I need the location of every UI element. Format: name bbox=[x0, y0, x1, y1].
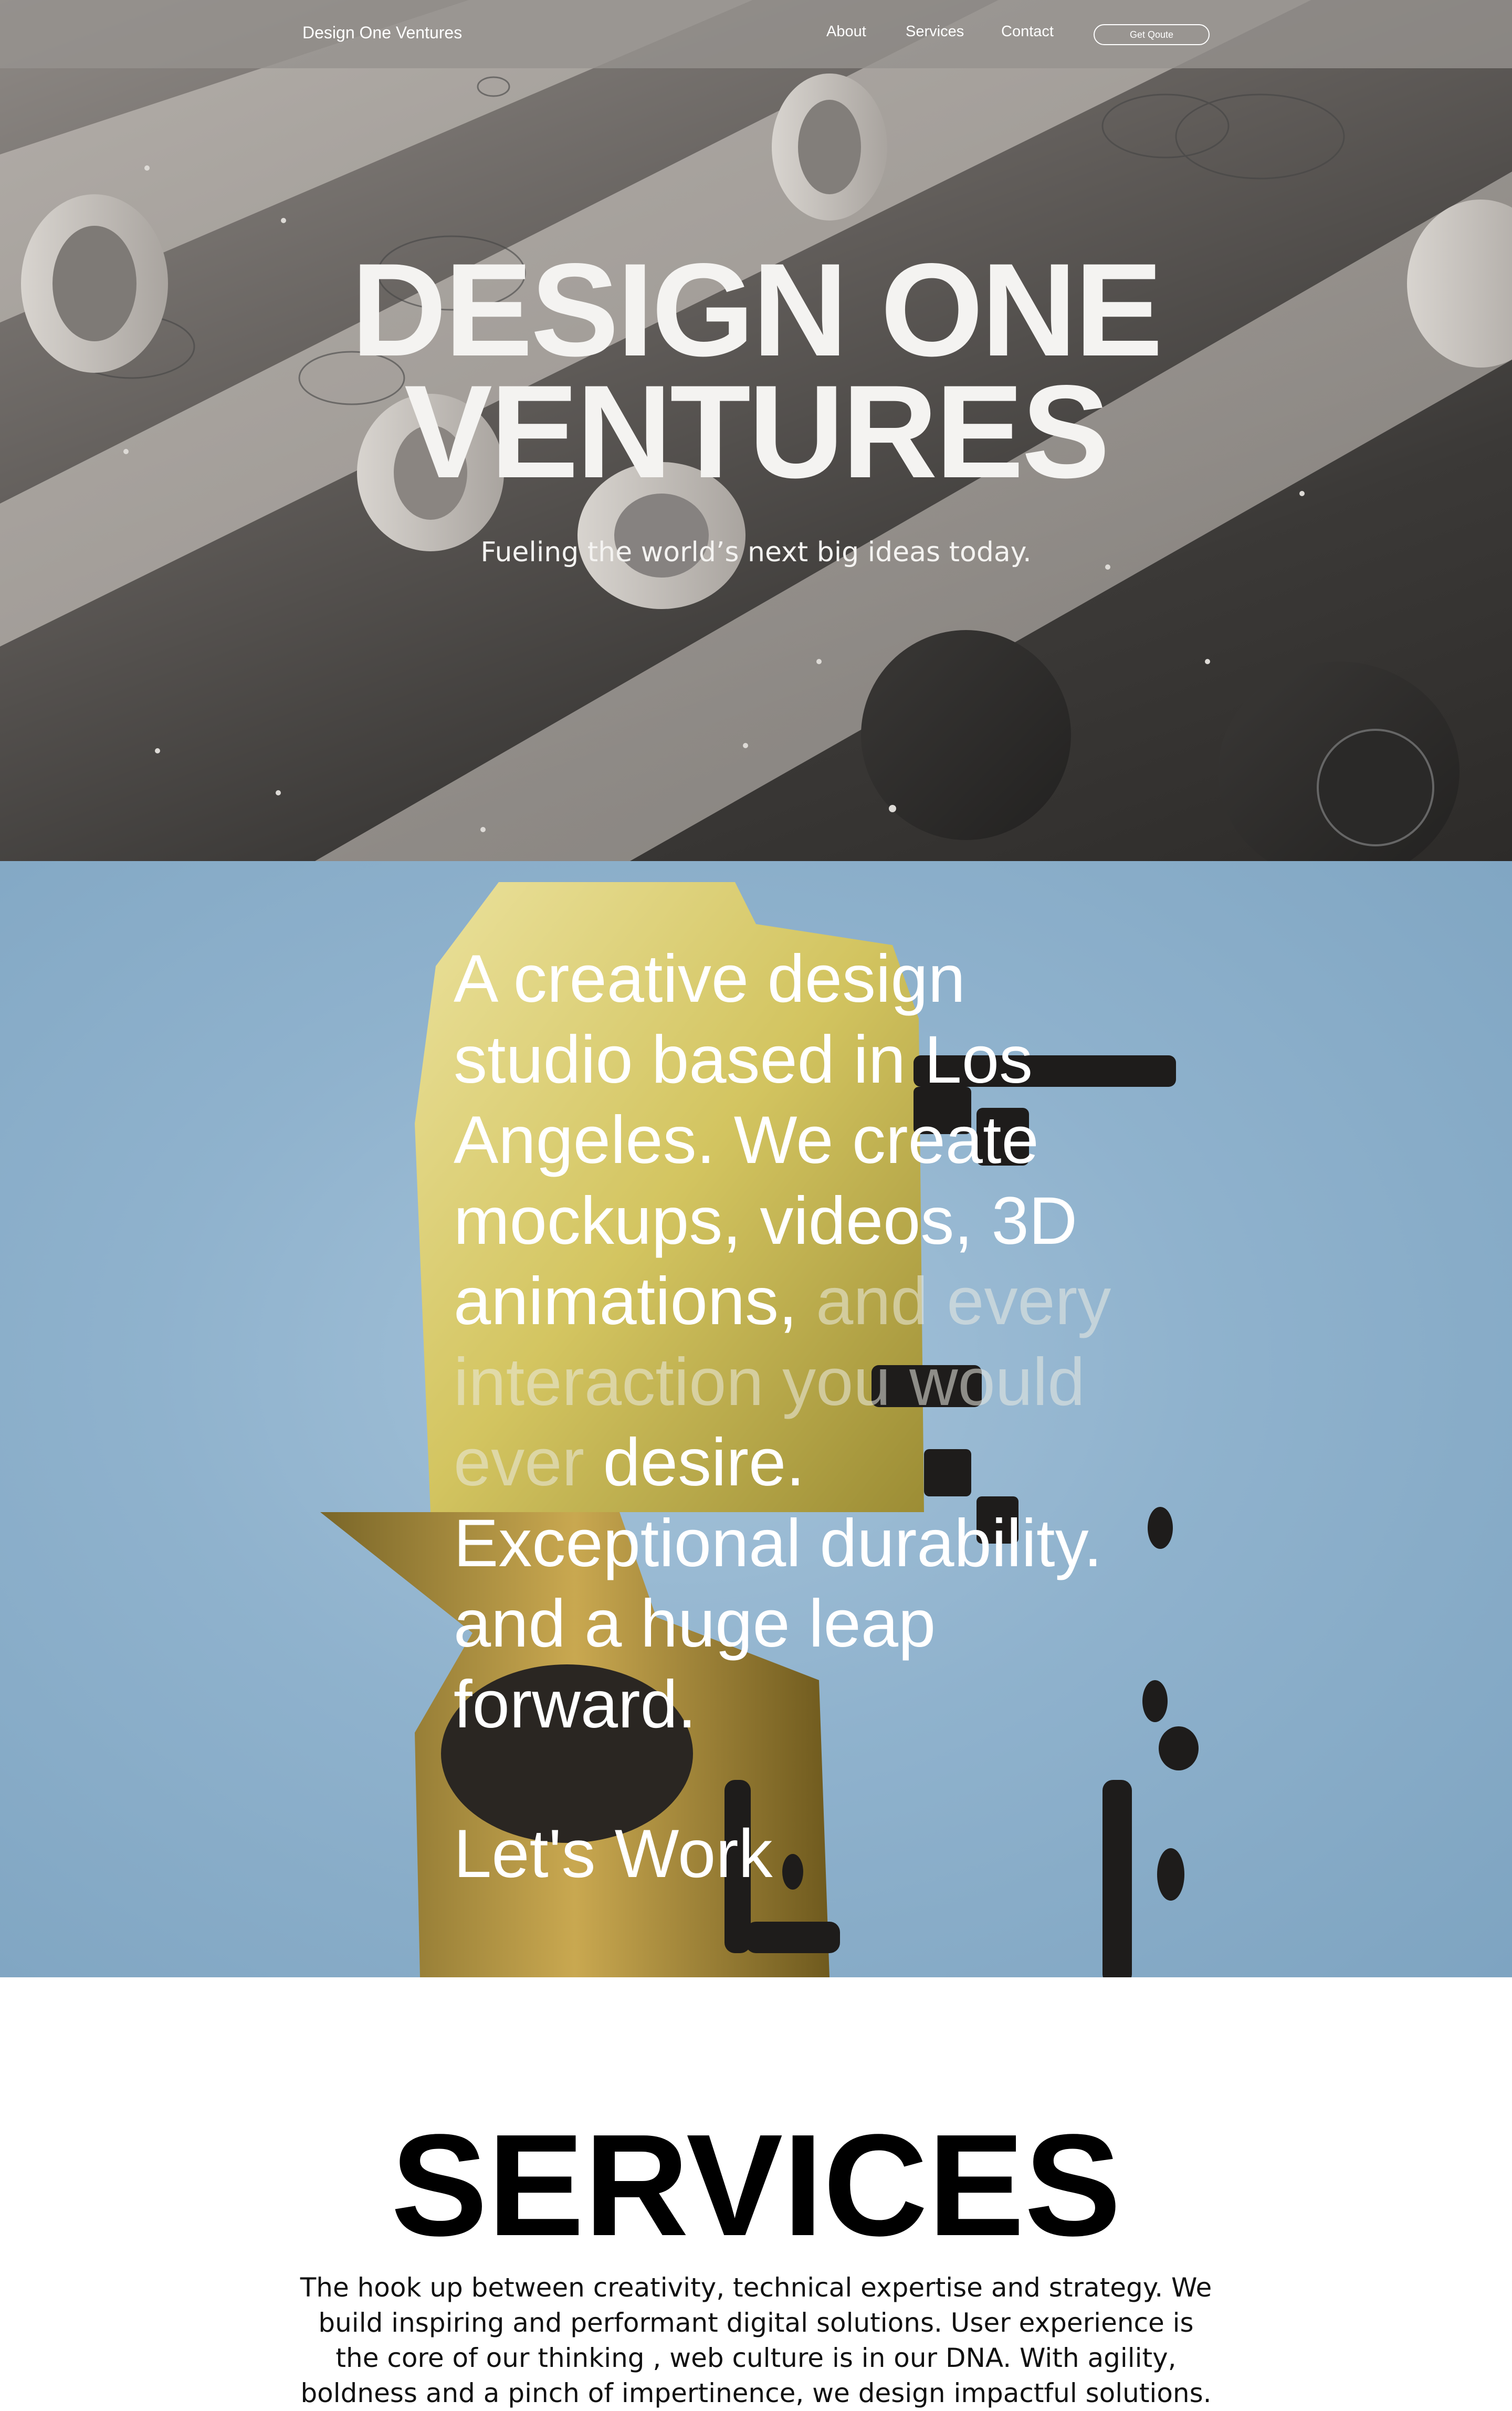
hero-section: DESIGN ONE VENTURES Fueling the world’s … bbox=[0, 0, 1512, 861]
get-quote-button[interactable]: Get Qoute bbox=[1094, 24, 1210, 45]
about-section: A creative design studio based in Los An… bbox=[0, 861, 1512, 1977]
brand-logo-link[interactable]: Design One Ventures bbox=[302, 23, 462, 43]
services-description: The hook up between creativity, technica… bbox=[300, 2272, 1212, 2408]
nav-link-contact[interactable]: Contact bbox=[1001, 23, 1054, 40]
hero-title-line2: VENTURES bbox=[404, 358, 1110, 506]
nav-link-services[interactable]: Services bbox=[906, 23, 964, 40]
hero-subtitle: Fueling the world’s next big ideas today… bbox=[480, 537, 1032, 568]
nav-link-about[interactable]: About bbox=[826, 23, 866, 40]
services-title: SERVICES bbox=[391, 2104, 1121, 2266]
about-statement: A creative design studio based in Los An… bbox=[454, 939, 1115, 1745]
hero-title: DESIGN ONE VENTURES bbox=[0, 244, 1512, 498]
lets-work-link[interactable]: Let's Work bbox=[454, 1814, 773, 1893]
services-section: SERVICES The hook up between creativity,… bbox=[0, 1977, 1512, 2411]
top-navigation: Design One Ventures About Services Conta… bbox=[0, 0, 1512, 68]
